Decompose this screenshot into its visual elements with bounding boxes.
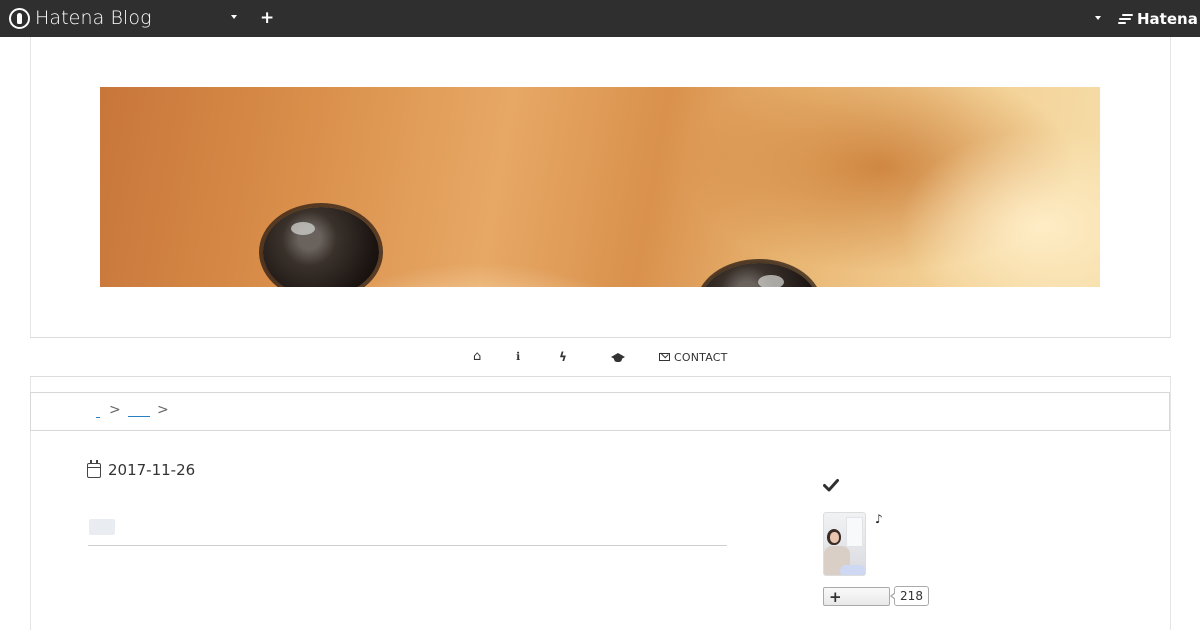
nav-item-contact-label: CONTACT bbox=[674, 350, 728, 364]
hatena-brand-link[interactable]: Hatena bbox=[1118, 9, 1198, 29]
avatar-window bbox=[846, 517, 863, 547]
music-note-icon: ♪ bbox=[875, 512, 883, 526]
article-title-divider bbox=[88, 545, 727, 546]
nav-item-learn[interactable] bbox=[611, 350, 625, 364]
breadcrumb-category-link[interactable] bbox=[128, 416, 150, 417]
article-date-text: 2017-11-26 bbox=[108, 461, 196, 479]
blog-header-image[interactable] bbox=[100, 87, 1100, 287]
nav-item-home[interactable]: ⌂ bbox=[473, 350, 481, 364]
global-nav: ⌂ ℹ ϟ CONTACT bbox=[30, 337, 1171, 377]
follow-button[interactable]: + bbox=[823, 587, 890, 606]
home-icon: ⌂ bbox=[473, 349, 482, 364]
breadcrumb-separator: > bbox=[109, 402, 121, 418]
global-header-bar: Hatena Blog + Hatena bbox=[0, 0, 1200, 37]
nav-item-contact[interactable]: CONTACT bbox=[659, 349, 728, 364]
avatar-face bbox=[830, 532, 839, 543]
dog-left-eye bbox=[263, 207, 379, 287]
hatena-blog-logo-text: Hatena Blog bbox=[35, 7, 152, 29]
breadcrumb-separator: > bbox=[157, 402, 169, 418]
nav-item-news[interactable]: ϟ bbox=[559, 350, 567, 364]
breadcrumb: > > bbox=[30, 392, 1170, 431]
graduation-cap-icon bbox=[611, 352, 625, 362]
hatena-blog-logo[interactable]: Hatena Blog bbox=[9, 6, 152, 30]
dog-right-eye bbox=[700, 263, 818, 287]
article-category-badge[interactable] bbox=[89, 519, 115, 535]
nav-item-about[interactable]: ℹ bbox=[516, 350, 520, 364]
article-date[interactable]: 2017-11-26 bbox=[87, 459, 196, 480]
envelope-icon bbox=[659, 349, 670, 361]
account-menu-chevron-down-icon[interactable] bbox=[1095, 16, 1101, 20]
hatena-brand-text: Hatena bbox=[1137, 10, 1198, 28]
author-avatar[interactable] bbox=[823, 512, 866, 576]
add-post-button[interactable]: + bbox=[260, 9, 274, 27]
eye-glint bbox=[758, 275, 784, 287]
info-icon: ℹ bbox=[516, 350, 521, 363]
hatena-blog-logo-icon bbox=[9, 7, 30, 29]
avatar-cushion bbox=[840, 565, 865, 575]
bolt-icon: ϟ bbox=[559, 350, 567, 364]
calendar-icon bbox=[87, 459, 101, 478]
check-icon bbox=[823, 479, 839, 492]
breadcrumb-home-link[interactable] bbox=[96, 410, 100, 418]
eye-glint bbox=[291, 222, 315, 235]
follower-count-badge[interactable]: 218 bbox=[890, 586, 929, 606]
plus-icon: + bbox=[829, 588, 842, 606]
blog-menu-chevron-down-icon[interactable] bbox=[231, 15, 237, 19]
hatena-brand-icon bbox=[1118, 14, 1134, 24]
